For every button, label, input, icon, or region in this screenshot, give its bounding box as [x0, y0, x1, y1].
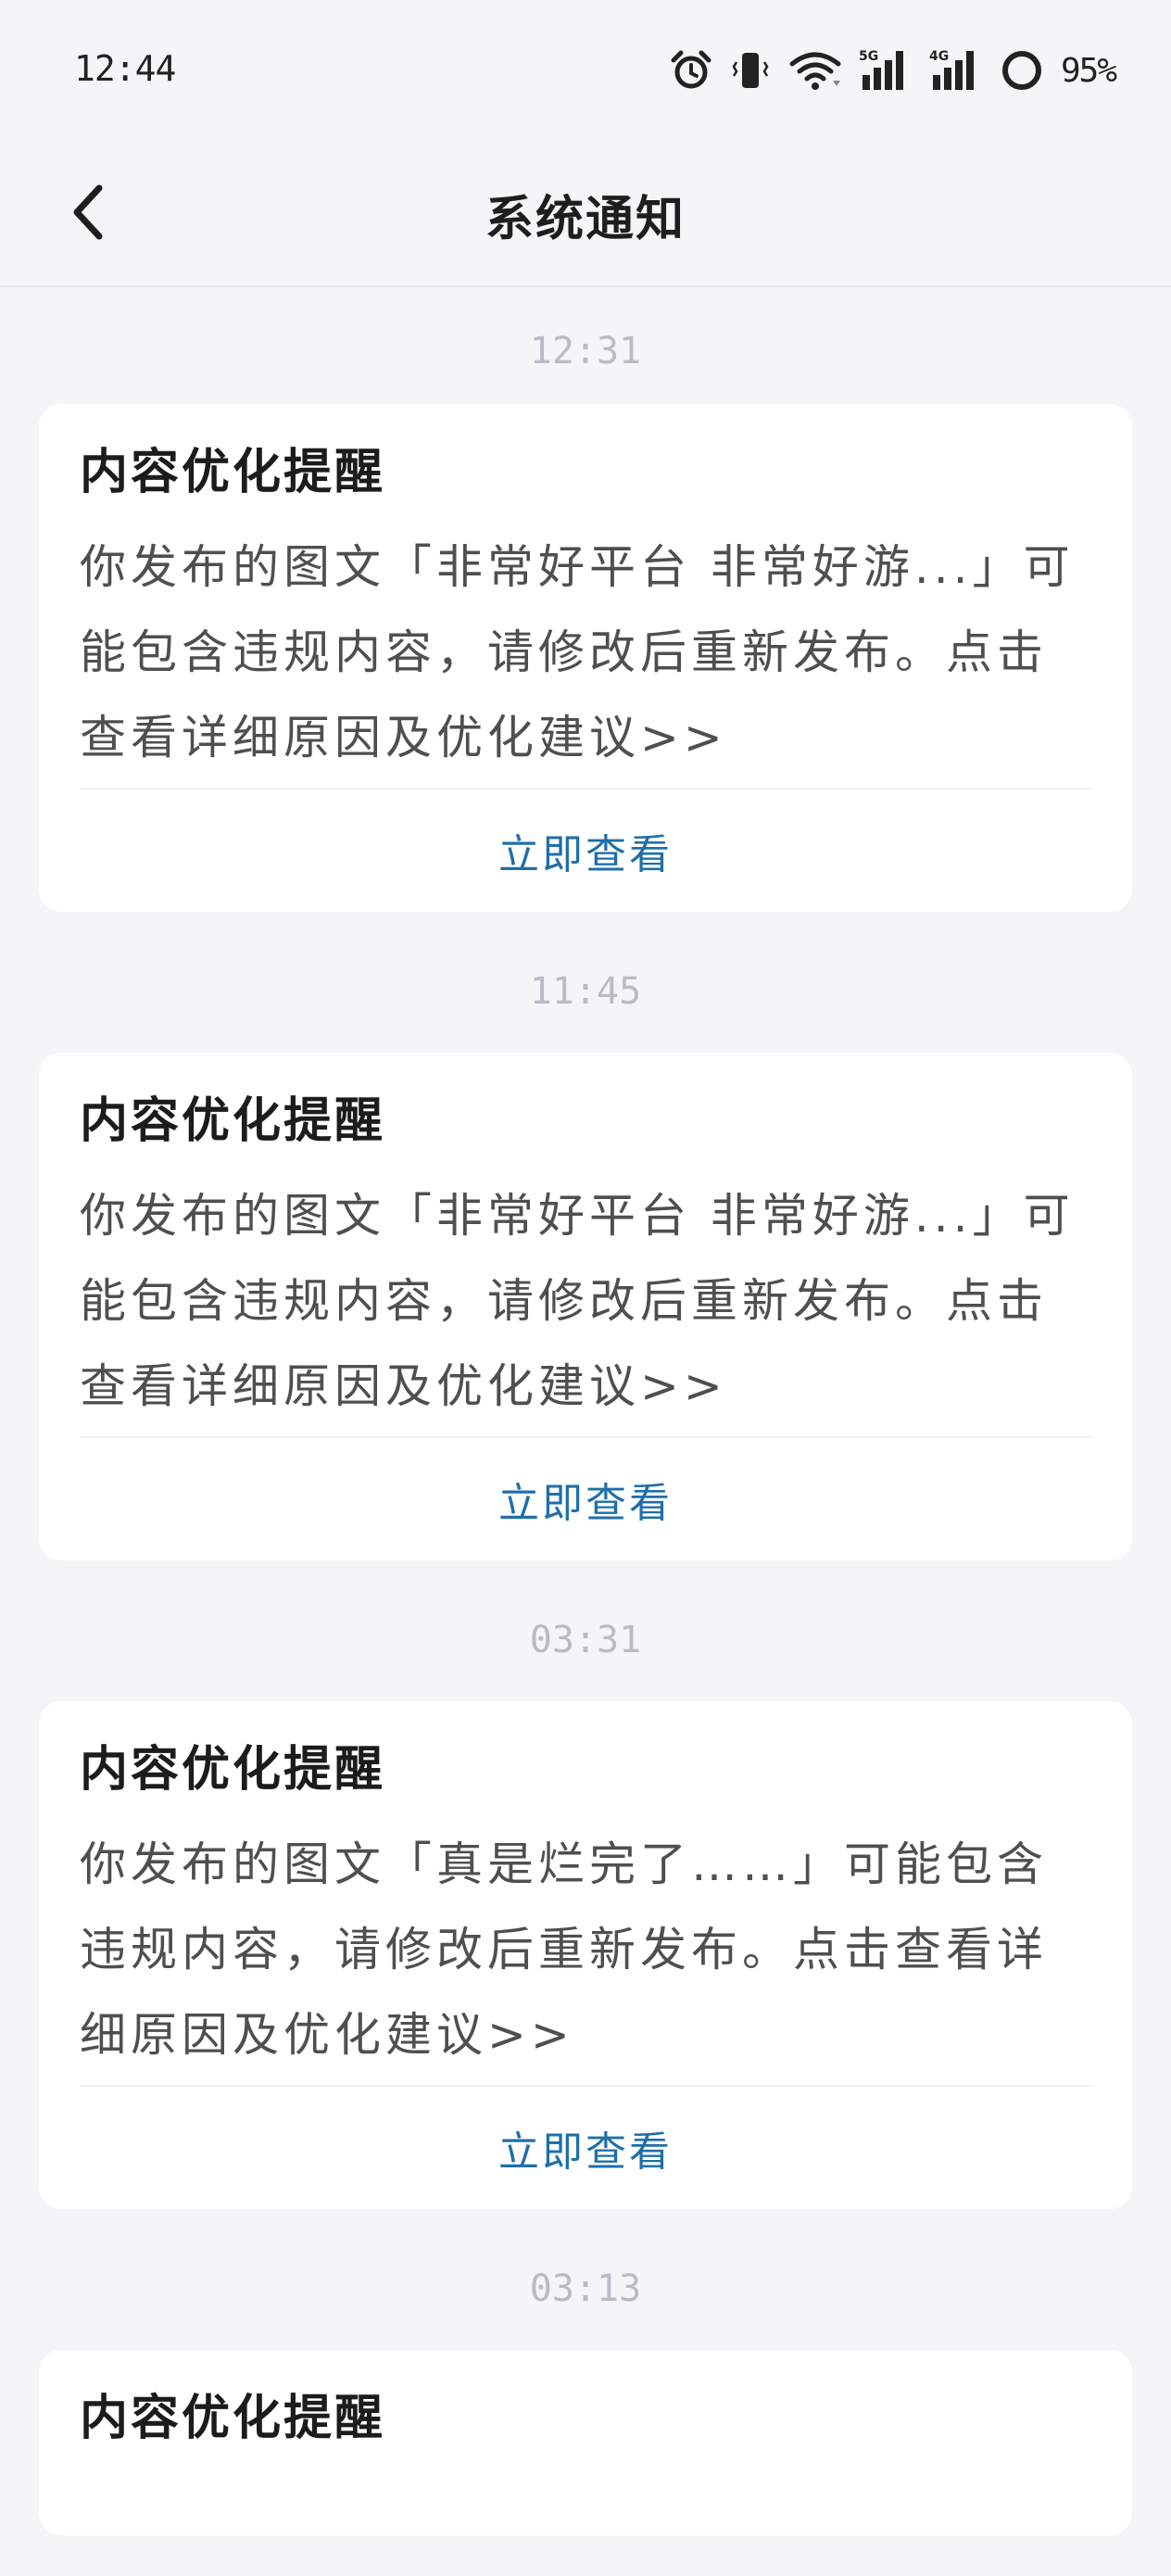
vibrate-icon: [729, 49, 772, 92]
view-now-button[interactable]: 立即查看: [80, 789, 1091, 912]
view-now-button[interactable]: 立即查看: [80, 1438, 1091, 1560]
alarm-icon: [670, 49, 712, 92]
notification-group: 12:31 内容优化提醒 你发布的图文「非常好平台 非常好游...」可能包含违规…: [0, 289, 1171, 912]
nav-bar: 系统通知: [0, 139, 1171, 287]
page-title: 系统通知: [485, 192, 686, 247]
notification-time: 11:45: [529, 970, 642, 1013]
notification-body: 你发布的图文「非常好平台 非常好游...」可能包含违规内容，请修改后重新发布。点…: [80, 1189, 1075, 1413]
notification-body: 你发布的图文「真是烂完了……」可能包含违规内容，请修改后重新发布。点击查看详细原…: [80, 1837, 1048, 2062]
battery-ring-icon: [1000, 48, 1044, 93]
notification-title: 内容优化提醒: [80, 445, 386, 500]
notification-title: 内容优化提醒: [80, 1742, 386, 1798]
status-bar: 12:44 5G 4G 95%: [0, 0, 1171, 139]
battery-percent: 95%: [1060, 51, 1117, 90]
notification-card[interactable]: 内容优化提醒 你发布的图文「非常好平台 非常好游...」可能包含违规内容，请修改…: [39, 1053, 1132, 1560]
notification-group: 03:31 内容优化提醒 你发布的图文「真是烂完了……」可能包含违规内容，请修改…: [0, 1560, 1171, 2209]
notification-card[interactable]: 内容优化提醒: [39, 2350, 1132, 2535]
notification-group: 11:45 内容优化提醒 你发布的图文「非常好平台 非常好游...」可能包含违规…: [0, 912, 1171, 1560]
notification-body: 你发布的图文「非常好平台 非常好游...」可能包含违规内容，请修改后重新发布。点…: [80, 540, 1075, 764]
notification-time: 03:31: [529, 1619, 642, 1661]
notification-card[interactable]: 内容优化提醒 你发布的图文「非常好平台 非常好游...」可能包含违规内容，请修改…: [39, 404, 1132, 912]
signal-5g-icon: 5G: [859, 47, 913, 94]
view-now-button[interactable]: 立即查看: [80, 2087, 1091, 2209]
notification-time: 03:13: [529, 2267, 642, 2310]
notification-time: 12:31: [529, 330, 642, 373]
notification-group: 03:13 内容优化提醒: [0, 2209, 1171, 2535]
status-icons: 5G 4G 95%: [670, 44, 1117, 96]
status-time: 12:44: [74, 48, 176, 89]
notification-feed[interactable]: 12:31 内容优化提醒 你发布的图文「非常好平台 非常好游...」可能包含违规…: [0, 289, 1171, 2535]
wifi-icon: [788, 49, 842, 92]
network-label-4g: 4G: [929, 49, 949, 64]
notification-title: 内容优化提醒: [80, 1093, 386, 1149]
notification-title: 内容优化提醒: [80, 2391, 386, 2446]
network-label-5g: 5G: [859, 49, 878, 64]
signal-4g-icon: 4G: [929, 47, 983, 94]
notification-card[interactable]: 内容优化提醒 你发布的图文「真是烂完了……」可能包含违规内容，请修改后重新发布。…: [39, 1701, 1132, 2209]
